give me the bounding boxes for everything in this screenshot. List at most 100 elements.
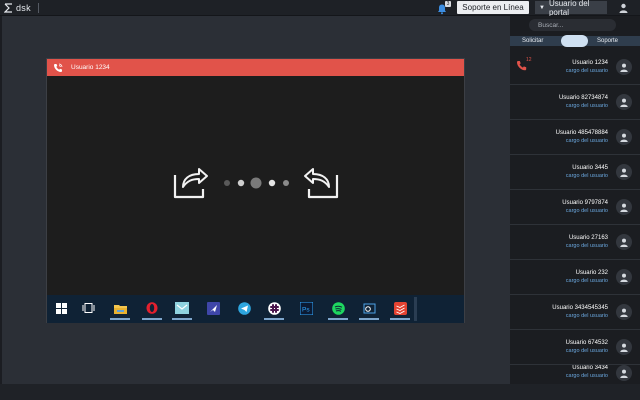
photoshop-icon[interactable]: Ps [298, 300, 314, 316]
user-name: Usuario 674532 [565, 340, 608, 346]
loading-dot-5 [283, 180, 289, 186]
user-role: cargo del usuario [565, 138, 608, 144]
mail-active-indicator [172, 318, 192, 320]
user-name: Usuario 1234 [572, 60, 608, 66]
taskbar-divider [414, 297, 417, 321]
avatar [616, 304, 632, 320]
user-icon [620, 98, 628, 107]
avatar [616, 199, 632, 215]
mail-icon[interactable] [174, 300, 190, 316]
user-role: cargo del usuario [565, 103, 608, 109]
list-item[interactable]: Usuario 3445 cargo del usuario [510, 155, 640, 190]
logo-divider [38, 3, 39, 13]
windows-start-icon[interactable] [53, 300, 69, 316]
remote-session-title: Usuario 1234 [71, 64, 110, 71]
file-explorer-icon[interactable] [112, 300, 128, 316]
spotify-active-indicator [328, 318, 348, 320]
svg-text:Ps: Ps [302, 306, 310, 313]
loading-dot-4 [268, 179, 276, 187]
list-item[interactable]: Usuario 674532 cargo del usuario [510, 330, 640, 365]
list-item[interactable]: Usuario 485478884 cargo del usuario [510, 120, 640, 155]
user-icon [620, 238, 628, 247]
user-role: cargo del usuario [565, 68, 608, 74]
user-name: Usuario 232 [575, 270, 608, 276]
remote-session-header: Usuario 1234 [47, 59, 464, 76]
list-item[interactable]: Usuario 27163 cargo del usuario [510, 225, 640, 260]
slack-icon[interactable] [266, 300, 282, 316]
user-name: Usuario 3434 [572, 365, 608, 371]
spotify-icon[interactable] [330, 300, 346, 316]
users-sidebar: Solicitar Soporte 12 Usuario 1234 cargo … [510, 16, 640, 384]
todoist-active-indicator [390, 318, 410, 320]
avatar [616, 59, 632, 75]
search-input[interactable] [529, 19, 616, 31]
tab-solicitar[interactable]: Solicitar [522, 36, 543, 46]
chevron-down-icon: ▼ [539, 4, 545, 11]
user-role: cargo del usuario [565, 208, 608, 214]
left-edge [0, 16, 2, 385]
user-icon [620, 308, 628, 317]
loading-dot-2 [237, 179, 245, 187]
avatar [616, 129, 632, 145]
loading-dot-1 [224, 180, 230, 186]
mode-switch: Solicitar Soporte [510, 35, 640, 47]
list-item[interactable]: Usuario 3434 cargo del usuario [510, 365, 640, 384]
soporte-en-linea-button[interactable]: Soporte en Línea [457, 1, 529, 14]
loading-dot-3 [250, 177, 262, 189]
phone-call-icon [54, 63, 63, 72]
connection-animation [173, 168, 339, 199]
mode-toggle[interactable] [561, 35, 588, 47]
user-name: Usuario 27163 [568, 235, 608, 241]
share-forward-icon [173, 168, 208, 199]
list-item[interactable]: Usuario 232 cargo del usuario [510, 260, 640, 295]
user-icon [620, 343, 628, 352]
opera-icon[interactable] [144, 300, 160, 316]
avatar [616, 234, 632, 250]
user-role: cargo del usuario [565, 348, 608, 354]
avatar [616, 94, 632, 110]
telegram-icon[interactable] [236, 300, 252, 316]
list-item[interactable]: Usuario 3434545345 cargo del usuario [510, 295, 640, 330]
user-icon [620, 203, 628, 212]
user-role: cargo del usuario [565, 373, 608, 379]
account-button[interactable] [610, 1, 636, 14]
user-role: cargo del usuario [565, 173, 608, 179]
bottom-bar [0, 384, 640, 400]
user-name: Usuario 82734874 [558, 95, 608, 101]
opera-active-indicator [142, 318, 162, 320]
remote-session-window[interactable]: Usuario 1234 Ps [46, 58, 465, 323]
outlook-icon[interactable] [361, 300, 377, 316]
logo-text: dsk [16, 3, 31, 13]
direct-send-icon[interactable] [205, 300, 221, 316]
slack-active-indicator [264, 318, 284, 320]
user-icon [619, 3, 627, 13]
sigma-logo-icon [4, 3, 12, 13]
avatar [616, 164, 632, 180]
portal-user-label: Usuario del portal [548, 0, 590, 17]
user-icon [620, 168, 628, 177]
user-role: cargo del usuario [565, 313, 608, 319]
notification-badge: 3 [445, 1, 451, 7]
user-icon [620, 133, 628, 142]
user-name: Usuario 3434545345 [552, 305, 608, 311]
user-icon [620, 273, 628, 282]
task-view-icon[interactable] [80, 300, 96, 316]
user-role: cargo del usuario [565, 278, 608, 284]
user-name: Usuario 9797874 [562, 200, 608, 206]
portal-user-dropdown[interactable]: ▼ Usuario del portal [535, 0, 607, 17]
todoist-icon[interactable] [392, 300, 408, 316]
remote-taskbar: Ps [47, 295, 464, 323]
list-item[interactable]: Usuario 82734874 cargo del usuario [510, 85, 640, 120]
app-logo[interactable]: dsk [4, 2, 31, 14]
user-icon [620, 369, 628, 378]
list-item[interactable]: 12 Usuario 1234 cargo del usuario [510, 50, 640, 85]
tab-soporte[interactable]: Soporte [597, 36, 618, 46]
outlook-active-indicator [359, 318, 379, 320]
user-name: Usuario 3445 [572, 165, 608, 171]
list-item[interactable]: Usuario 9797874 cargo del usuario [510, 190, 640, 225]
missed-calls-badge: 12 [526, 57, 532, 63]
user-role: cargo del usuario [565, 243, 608, 249]
top-bar: dsk 3 Soporte en Línea ▼ Usuario del por… [0, 0, 640, 17]
avatar [616, 269, 632, 285]
avatar [616, 339, 632, 355]
